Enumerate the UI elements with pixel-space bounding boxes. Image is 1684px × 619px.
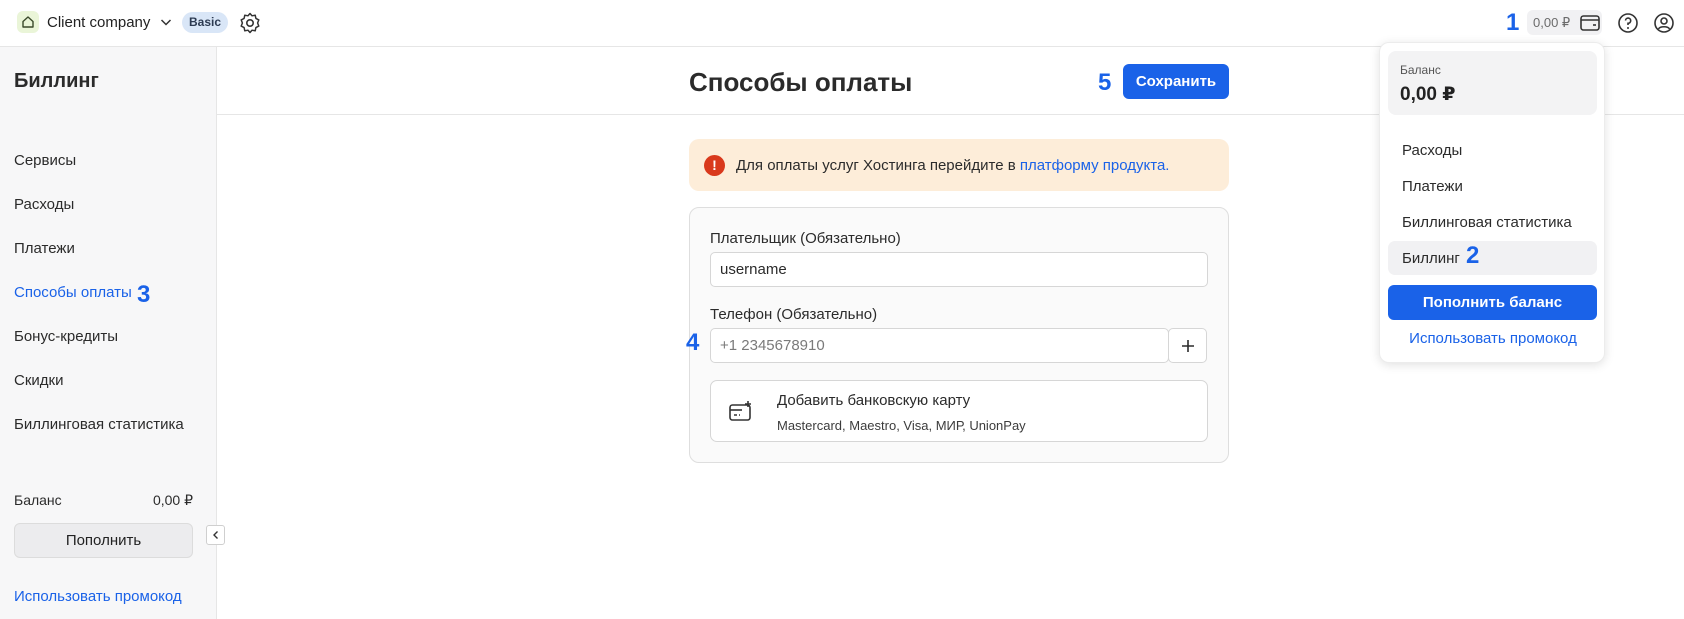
- marker-4: 4: [686, 329, 700, 356]
- sidebar-topup-button[interactable]: Пополнить: [14, 523, 193, 558]
- company-name: Client company: [47, 13, 151, 31]
- home-icon: [17, 11, 39, 33]
- user-icon[interactable]: [1652, 11, 1676, 35]
- alert-text: Для оплаты услуг Хостинга перейдите в пл…: [736, 157, 1169, 174]
- alert-message: Для оплаты услуг Хостинга перейдите в: [736, 156, 1020, 174]
- sidebar-title: Биллинг: [14, 70, 99, 92]
- dropdown-promo-link[interactable]: Использовать промокод: [1380, 330, 1606, 347]
- sidebar-item-billing-stats[interactable]: Биллинговая статистика: [14, 416, 184, 433]
- payment-form-card: Плательщик (Обязательно) Телефон (Обязат…: [686, 207, 1229, 463]
- credit-card-add-icon: [729, 401, 751, 421]
- top-bar: Client company Basic 1 0,00 ₽: [0, 0, 1684, 47]
- balance-pill-value: 0,00 ₽: [1533, 14, 1571, 30]
- help-icon[interactable]: [1616, 11, 1640, 35]
- dropdown-balance-box: Баланс 0,00 ₽: [1388, 51, 1597, 115]
- marker-2: 2: [1466, 242, 1480, 269]
- dropdown-item-expenses[interactable]: Расходы: [1388, 133, 1597, 167]
- dropdown-topup-button[interactable]: Пополнить баланс: [1388, 285, 1597, 320]
- payer-label: Плательщик (Обязательно): [710, 230, 901, 247]
- sidebar-balance-label: Баланс: [14, 492, 62, 508]
- dropdown-balance-value: 0,00 ₽: [1400, 84, 1456, 105]
- alert-link[interactable]: платформу продукта.: [1020, 157, 1170, 174]
- payer-input[interactable]: [710, 252, 1208, 287]
- add-phone-button[interactable]: [1168, 328, 1207, 363]
- sidebar: Биллинг Сервисы Расходы Платежи Способы …: [0, 47, 225, 619]
- sidebar-promo-link[interactable]: Использовать промокод: [14, 588, 182, 605]
- plan-badge: Basic: [182, 12, 229, 33]
- plus-icon: [1181, 339, 1194, 352]
- sidebar-collapse-button[interactable]: [206, 525, 225, 545]
- chevron-down-icon: [161, 19, 172, 26]
- dropdown-balance-label: Баланс: [1400, 63, 1441, 77]
- dropdown-item-billing[interactable]: Биллинг: [1388, 241, 1597, 275]
- save-button[interactable]: Сохранить: [1123, 64, 1229, 99]
- sidebar-item-payments[interactable]: Платежи: [14, 240, 75, 257]
- dropdown-item-billing-label: Биллинг: [1402, 249, 1460, 267]
- add-card-subtitle: Mastercard, Maestro, Visa, МИР, UnionPay: [777, 418, 1026, 433]
- page-title: Способы оплаты: [689, 67, 913, 97]
- sidebar-item-payment-methods[interactable]: Способы оплаты: [14, 284, 132, 301]
- phone-label: Телефон (Обязательно): [710, 306, 878, 323]
- exclamation-icon: !: [704, 154, 725, 176]
- dropdown-item-payments[interactable]: Платежи: [1388, 169, 1597, 203]
- sidebar-item-expenses[interactable]: Расходы: [14, 196, 74, 213]
- phone-input[interactable]: [710, 328, 1169, 363]
- sidebar-item-bonus-credits[interactable]: Бонус-кредиты: [14, 328, 118, 345]
- sidebar-item-services[interactable]: Сервисы: [14, 152, 76, 169]
- wallet-icon[interactable]: [1578, 11, 1602, 35]
- marker-3: 3: [137, 281, 151, 308]
- add-bank-card-button[interactable]: Добавить банковскую карту Mastercard, Ma…: [710, 380, 1208, 442]
- sidebar-item-discounts[interactable]: Скидки: [14, 372, 63, 389]
- chevron-left-icon: [212, 531, 218, 539]
- company-switcher[interactable]: Client company: [17, 11, 174, 33]
- gear-icon[interactable]: [238, 11, 262, 35]
- marker-1: 1: [1506, 9, 1520, 36]
- marker-5: 5: [1098, 69, 1112, 96]
- info-alert: ! Для оплаты услуг Хостинга перейдите в …: [689, 139, 1229, 191]
- sidebar-balance-value: 0,00 ₽: [152, 492, 193, 508]
- add-card-title: Добавить банковскую карту: [777, 392, 971, 409]
- dropdown-item-billing-stats[interactable]: Биллинговая статистика: [1388, 205, 1597, 239]
- balance-dropdown: Баланс 0,00 ₽ Расходы Платежи Биллингова…: [1379, 42, 1605, 363]
